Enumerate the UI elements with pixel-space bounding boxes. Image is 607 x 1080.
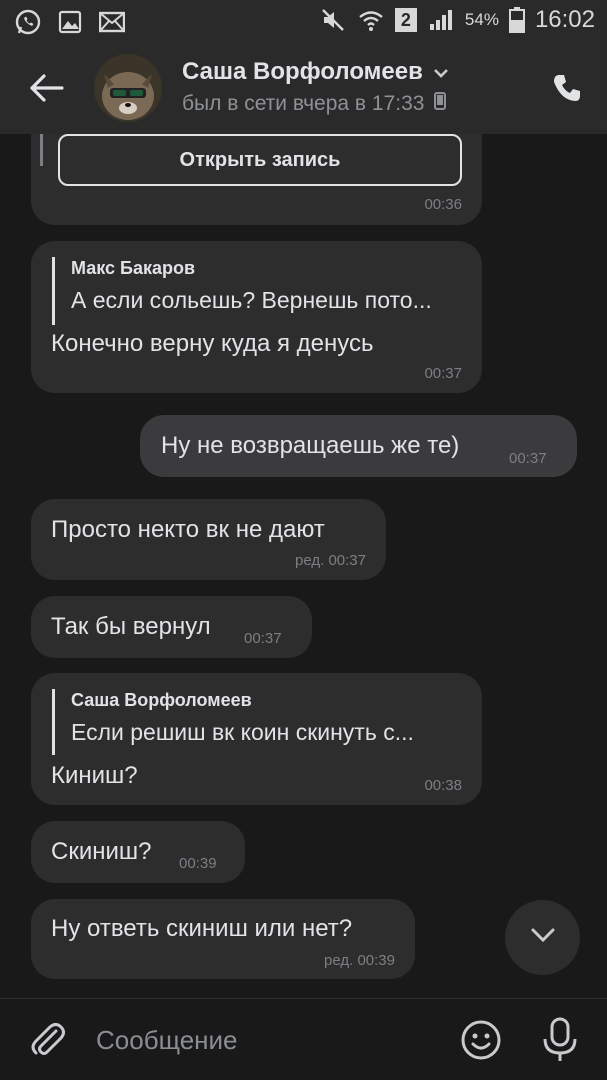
quote-bar [40,134,43,166]
battery-percent: 54% [464,10,499,29]
message-bubble[interactable]: Саша Ворфоломеев Если решиш вк коин скин… [31,673,482,805]
message-time: 00:36 [424,196,462,213]
chevron-down-icon [530,927,556,948]
mail-icon [98,8,126,36]
mobile-device-icon [434,92,447,116]
back-arrow-icon[interactable] [28,72,64,104]
message-text: Ну не возвращаешь же те) [161,432,460,459]
quote-text: А если сольешь? Вернешь пото... [71,287,432,313]
emoji-icon[interactable] [460,1019,502,1061]
message-text: Киниш? [51,762,138,789]
clock: 16:02 [534,6,595,33]
mute-icon [319,6,347,34]
message-text: Скиниш? [51,838,152,865]
signal-icon [427,6,455,34]
status-bar: 2 54% 16:02 [0,0,607,42]
message-list[interactable]: Открыть запись 00:36 Макс Бакаров А если… [0,134,607,998]
message-input[interactable] [96,1023,436,1057]
scroll-to-bottom-button[interactable] [505,900,580,975]
chat-header: Саша Ворфоломеев был в сети вчера в 17:3… [0,42,607,134]
quote-author: Саша Ворфоломеев [71,690,252,710]
message-bubble[interactable]: Ну ответь скиниш или нет? ред. 00:39 [31,899,415,979]
last-seen-status: был в сети вчера в 17:33 [182,92,447,116]
message-composer [0,998,607,1080]
wifi-icon [357,6,385,34]
contact-name-text: Саша Ворфоломеев [182,58,423,85]
reply-quote[interactable]: Саша Ворфоломеев Если решиш вк коин скин… [52,689,414,755]
message-bubble[interactable]: Просто некто вк не дают ред. 00:37 [31,499,386,580]
gallery-icon [56,8,84,36]
last-seen-text: был в сети вчера в 17:33 [182,92,425,115]
whatsapp-icon [14,8,42,36]
paperclip-icon[interactable] [28,1021,66,1059]
phone-call-icon[interactable] [551,72,583,104]
avatar[interactable] [94,54,162,122]
reply-quote[interactable]: Макс Бакаров А если сольешь? Вернешь пот… [52,257,432,325]
message-text: Просто некто вк не дают [51,516,325,543]
message-time: 00:37 [509,450,547,467]
battery-icon [508,6,525,34]
message-text: Конечно верну куда я денусь [51,330,374,357]
message-text: Так бы вернул [51,613,211,640]
open-post-button[interactable]: Открыть запись [58,134,462,186]
chevron-down-icon[interactable] [433,58,449,86]
quote-text: Если решиш вк коин скинуть с... [71,719,414,745]
message-bubble[interactable]: Так бы вернул 00:37 [31,596,312,658]
contact-name[interactable]: Саша Ворфоломеев [182,58,449,86]
message-time: 00:37 [244,630,282,647]
quote-author: Макс Бакаров [71,258,196,278]
message-bubble[interactable]: Открыть запись 00:36 [31,134,482,225]
message-text: Ну ответь скиниш или нет? [51,915,353,942]
message-time: ред. 00:37 [295,552,366,569]
message-time: 00:38 [424,777,462,794]
sim-indicator: 2 [394,8,417,32]
message-time: 00:39 [179,855,217,872]
message-time: ред. 00:39 [324,952,395,969]
message-bubble[interactable]: Скиниш? 00:39 [31,821,245,883]
microphone-icon[interactable] [540,1017,580,1063]
message-bubble-outgoing[interactable]: Ну не возвращаешь же те) 00:37 [140,415,577,477]
message-time: 00:37 [424,365,462,382]
message-bubble[interactable]: Макс Бакаров А если сольешь? Вернешь пот… [31,241,482,393]
